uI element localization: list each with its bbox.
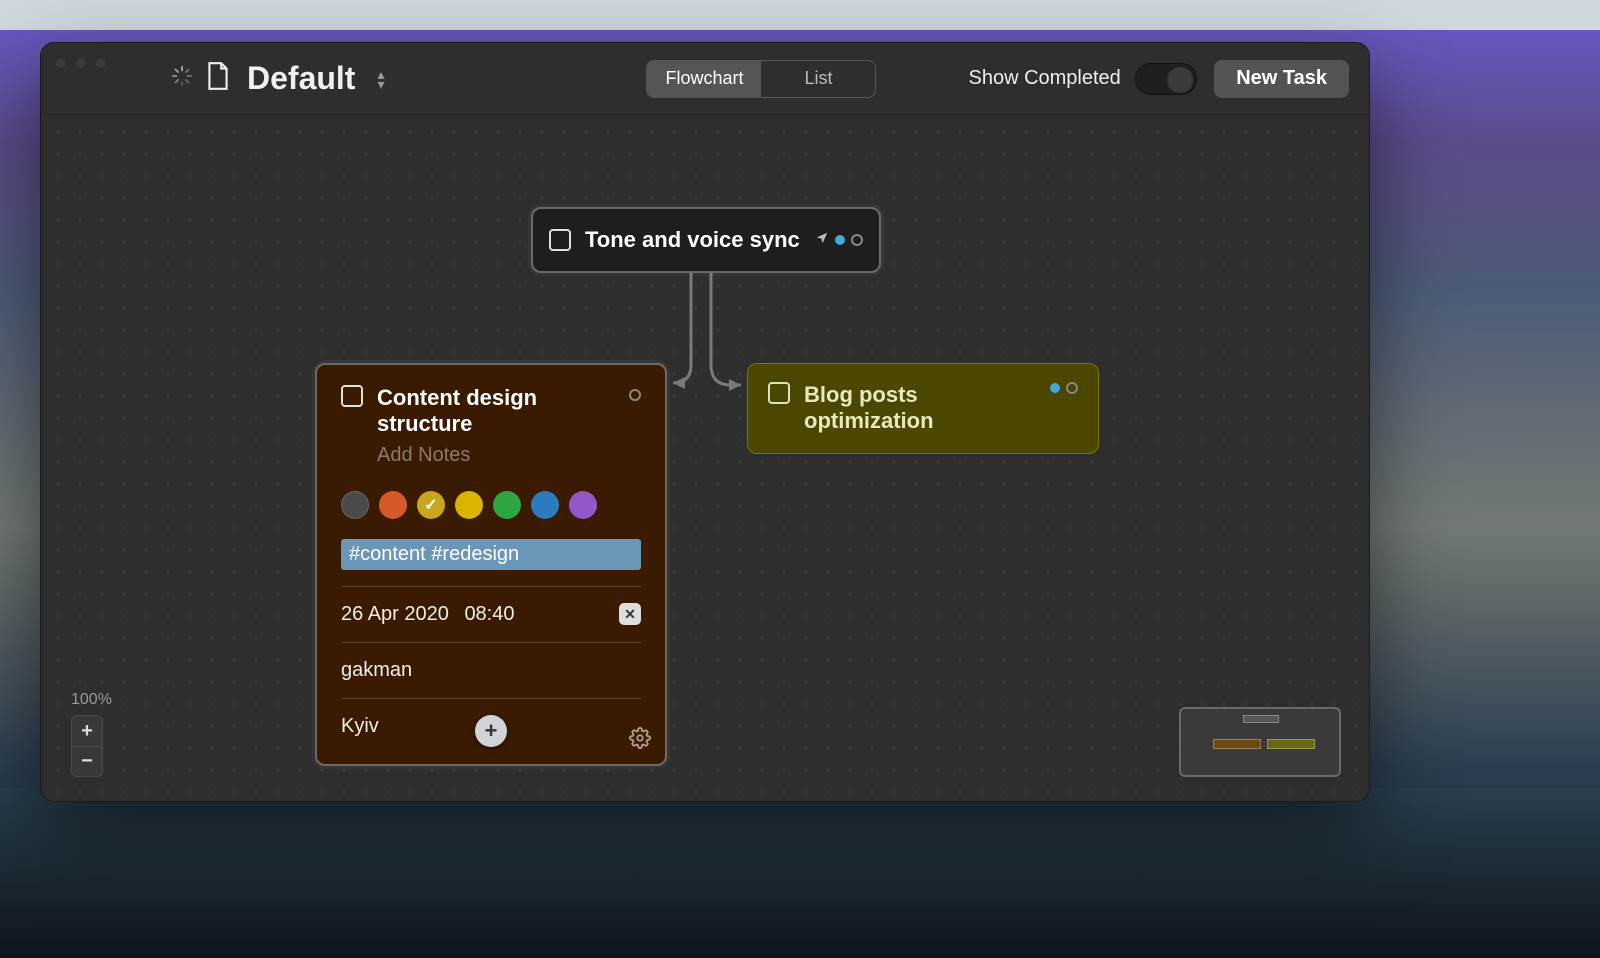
- minimap[interactable]: [1179, 707, 1341, 777]
- close-window-icon[interactable]: [55, 57, 67, 69]
- minimap-node: [1213, 739, 1261, 749]
- location-arrow-icon: [815, 231, 829, 250]
- task-node-content[interactable]: Content design structure Add Notes #cont…: [315, 363, 667, 766]
- time-value[interactable]: 08:40: [464, 603, 514, 626]
- task-badges: [1050, 382, 1078, 394]
- view-list-button[interactable]: List: [761, 61, 875, 97]
- color-picker: [341, 491, 641, 519]
- show-completed-label: Show Completed: [968, 67, 1120, 90]
- minimize-window-icon[interactable]: [75, 57, 87, 69]
- location-value[interactable]: Kyiv: [341, 715, 379, 738]
- date-value[interactable]: 26 Apr 2020: [341, 603, 449, 626]
- task-node-parent[interactable]: Tone and voice sync: [531, 207, 881, 273]
- assignee-value[interactable]: gakman: [341, 659, 412, 682]
- task-badges: [815, 231, 863, 250]
- minimap-node: [1243, 715, 1279, 723]
- add-child-task-button[interactable]: +: [475, 715, 507, 747]
- task-settings-button[interactable]: [629, 727, 651, 754]
- zoom-controls: 100% + −: [71, 691, 112, 777]
- task-node-blog[interactable]: Blog posts optimization: [747, 363, 1099, 454]
- window-traffic-lights[interactable]: [55, 57, 107, 69]
- tags-field[interactable]: #content #redesign: [341, 539, 641, 570]
- show-completed-control: Show Completed: [968, 63, 1196, 95]
- show-completed-toggle[interactable]: [1135, 63, 1197, 95]
- datetime-row[interactable]: 26 Apr 2020 08:40 ✕: [341, 597, 641, 632]
- flowchart-canvas[interactable]: Tone and voice sync Blog posts optimizat…: [41, 115, 1369, 801]
- children-ring-icon: [629, 389, 641, 401]
- task-title[interactable]: Content design structure: [377, 385, 629, 438]
- color-swatch-gray[interactable]: [341, 491, 369, 519]
- clear-date-button[interactable]: ✕: [619, 603, 641, 625]
- children-ring-icon: [851, 234, 863, 246]
- color-swatch-orange[interactable]: [379, 491, 407, 519]
- task-checkbox[interactable]: [549, 229, 571, 251]
- separator: [341, 642, 641, 643]
- separator: [341, 698, 641, 699]
- task-title[interactable]: Tone and voice sync: [585, 227, 800, 253]
- zoom-window-icon[interactable]: [95, 57, 107, 69]
- separator: [341, 586, 641, 587]
- document-icon: [205, 61, 231, 96]
- view-flowchart-button[interactable]: Flowchart: [647, 61, 761, 97]
- toolbar: Default ▴▾ Flowchart List Show Completed…: [41, 43, 1369, 115]
- assignee-row[interactable]: gakman: [341, 653, 641, 688]
- task-checkbox[interactable]: [768, 382, 790, 404]
- status-dot-icon: [835, 235, 845, 245]
- color-swatch-purple[interactable]: [569, 491, 597, 519]
- app-window: Default ▴▾ Flowchart List Show Completed…: [40, 42, 1370, 802]
- new-task-button[interactable]: New Task: [1214, 60, 1349, 98]
- color-swatch-mustard[interactable]: [417, 491, 445, 519]
- notes-field[interactable]: Add Notes: [377, 444, 641, 467]
- status-dot-icon: [1050, 383, 1060, 393]
- task-checkbox[interactable]: [341, 385, 363, 407]
- sync-spinner-icon: [171, 65, 193, 92]
- minimap-node: [1267, 739, 1315, 749]
- color-swatch-blue[interactable]: [531, 491, 559, 519]
- task-title[interactable]: Blog posts optimization: [804, 382, 1050, 435]
- color-swatch-green[interactable]: [493, 491, 521, 519]
- zoom-out-button[interactable]: −: [72, 746, 102, 776]
- children-ring-icon: [1066, 382, 1078, 394]
- view-segmented-control: Flowchart List: [646, 60, 876, 98]
- color-swatch-yellow[interactable]: [455, 491, 483, 519]
- document-title[interactable]: Default: [247, 60, 355, 97]
- zoom-level-label: 100%: [71, 691, 112, 709]
- title-dropdown-icon[interactable]: ▴▾: [377, 69, 384, 89]
- zoom-in-button[interactable]: +: [72, 716, 102, 746]
